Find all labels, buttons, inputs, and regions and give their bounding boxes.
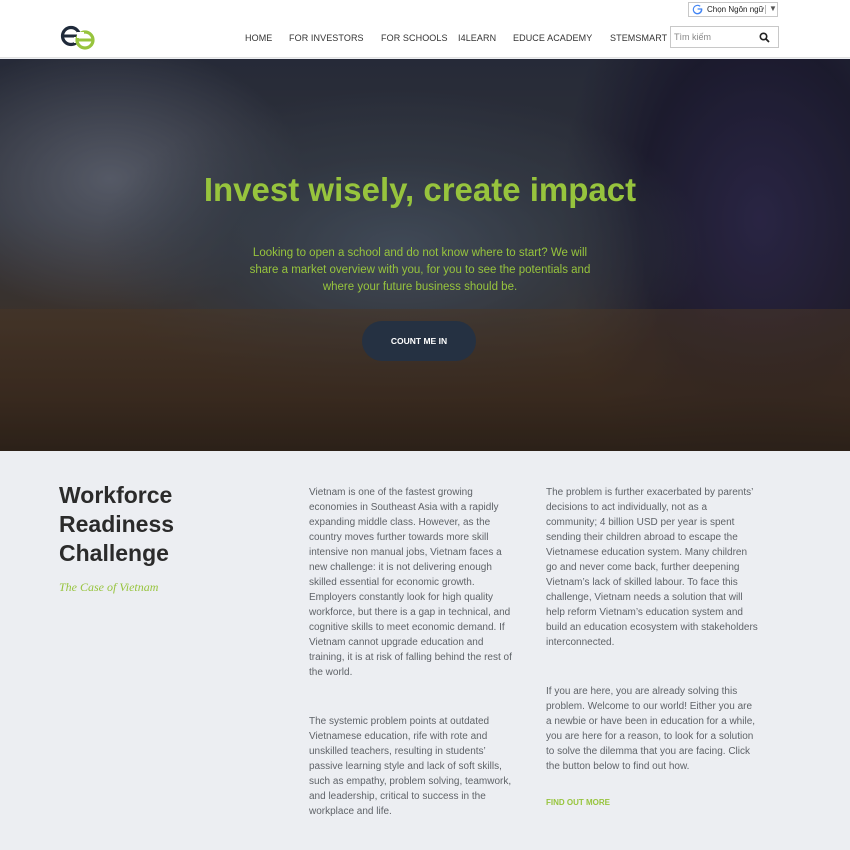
find-out-more-link[interactable]: FIND OUT MORE: [546, 798, 610, 807]
nav-home[interactable]: HOME: [245, 33, 272, 43]
search-box: [670, 26, 779, 48]
column1-paragraph1: Vietnam is one of the fastest growing ec…: [309, 487, 512, 678]
language-divider: [765, 5, 766, 14]
hero-title: Invest wisely, create impact: [203, 171, 637, 208]
google-icon: [692, 4, 703, 15]
nav-stemsmart[interactable]: STEMSMART: [610, 33, 667, 43]
column2-paragraph1: The problem is further exacerbated by pa…: [546, 487, 758, 648]
section-subtitle: The Case of Vietnam: [59, 580, 159, 594]
nav-educe-academy[interactable]: EDUCE ACADEMY: [513, 33, 592, 43]
educe-logo-icon[interactable]: [60, 24, 96, 52]
count-me-in-button[interactable]: COUNT ME IN: [362, 321, 476, 361]
search-icon[interactable]: [759, 32, 770, 43]
language-select[interactable]: Chọn Ngôn ngữ ▼: [688, 2, 778, 17]
hero-description: Looking to open a school and do not know…: [249, 247, 591, 293]
workforce-section: Workforce Readiness Challenge The Case o…: [0, 451, 850, 850]
section-title: Workforce Readiness Challenge: [59, 482, 175, 566]
nav-for-investors[interactable]: FOR INVESTORS: [289, 33, 364, 43]
column1-paragraph2: The systemic problem points at outdated …: [309, 716, 512, 817]
site-header: HOME FOR INVESTORS FOR SCHOOLS I4LEARN E…: [0, 0, 850, 58]
language-label: Chọn Ngôn ngữ: [707, 5, 764, 14]
hero-banner: Invest wisely, create impact Looking to …: [0, 59, 850, 451]
chevron-down-icon: ▼: [769, 4, 777, 13]
search-input[interactable]: [674, 30, 754, 44]
nav-for-schools[interactable]: FOR SCHOOLS: [381, 33, 448, 43]
nav-i4learn[interactable]: I4LEARN: [458, 33, 496, 43]
column2-paragraph2: If you are here, you are already solving…: [546, 686, 756, 772]
